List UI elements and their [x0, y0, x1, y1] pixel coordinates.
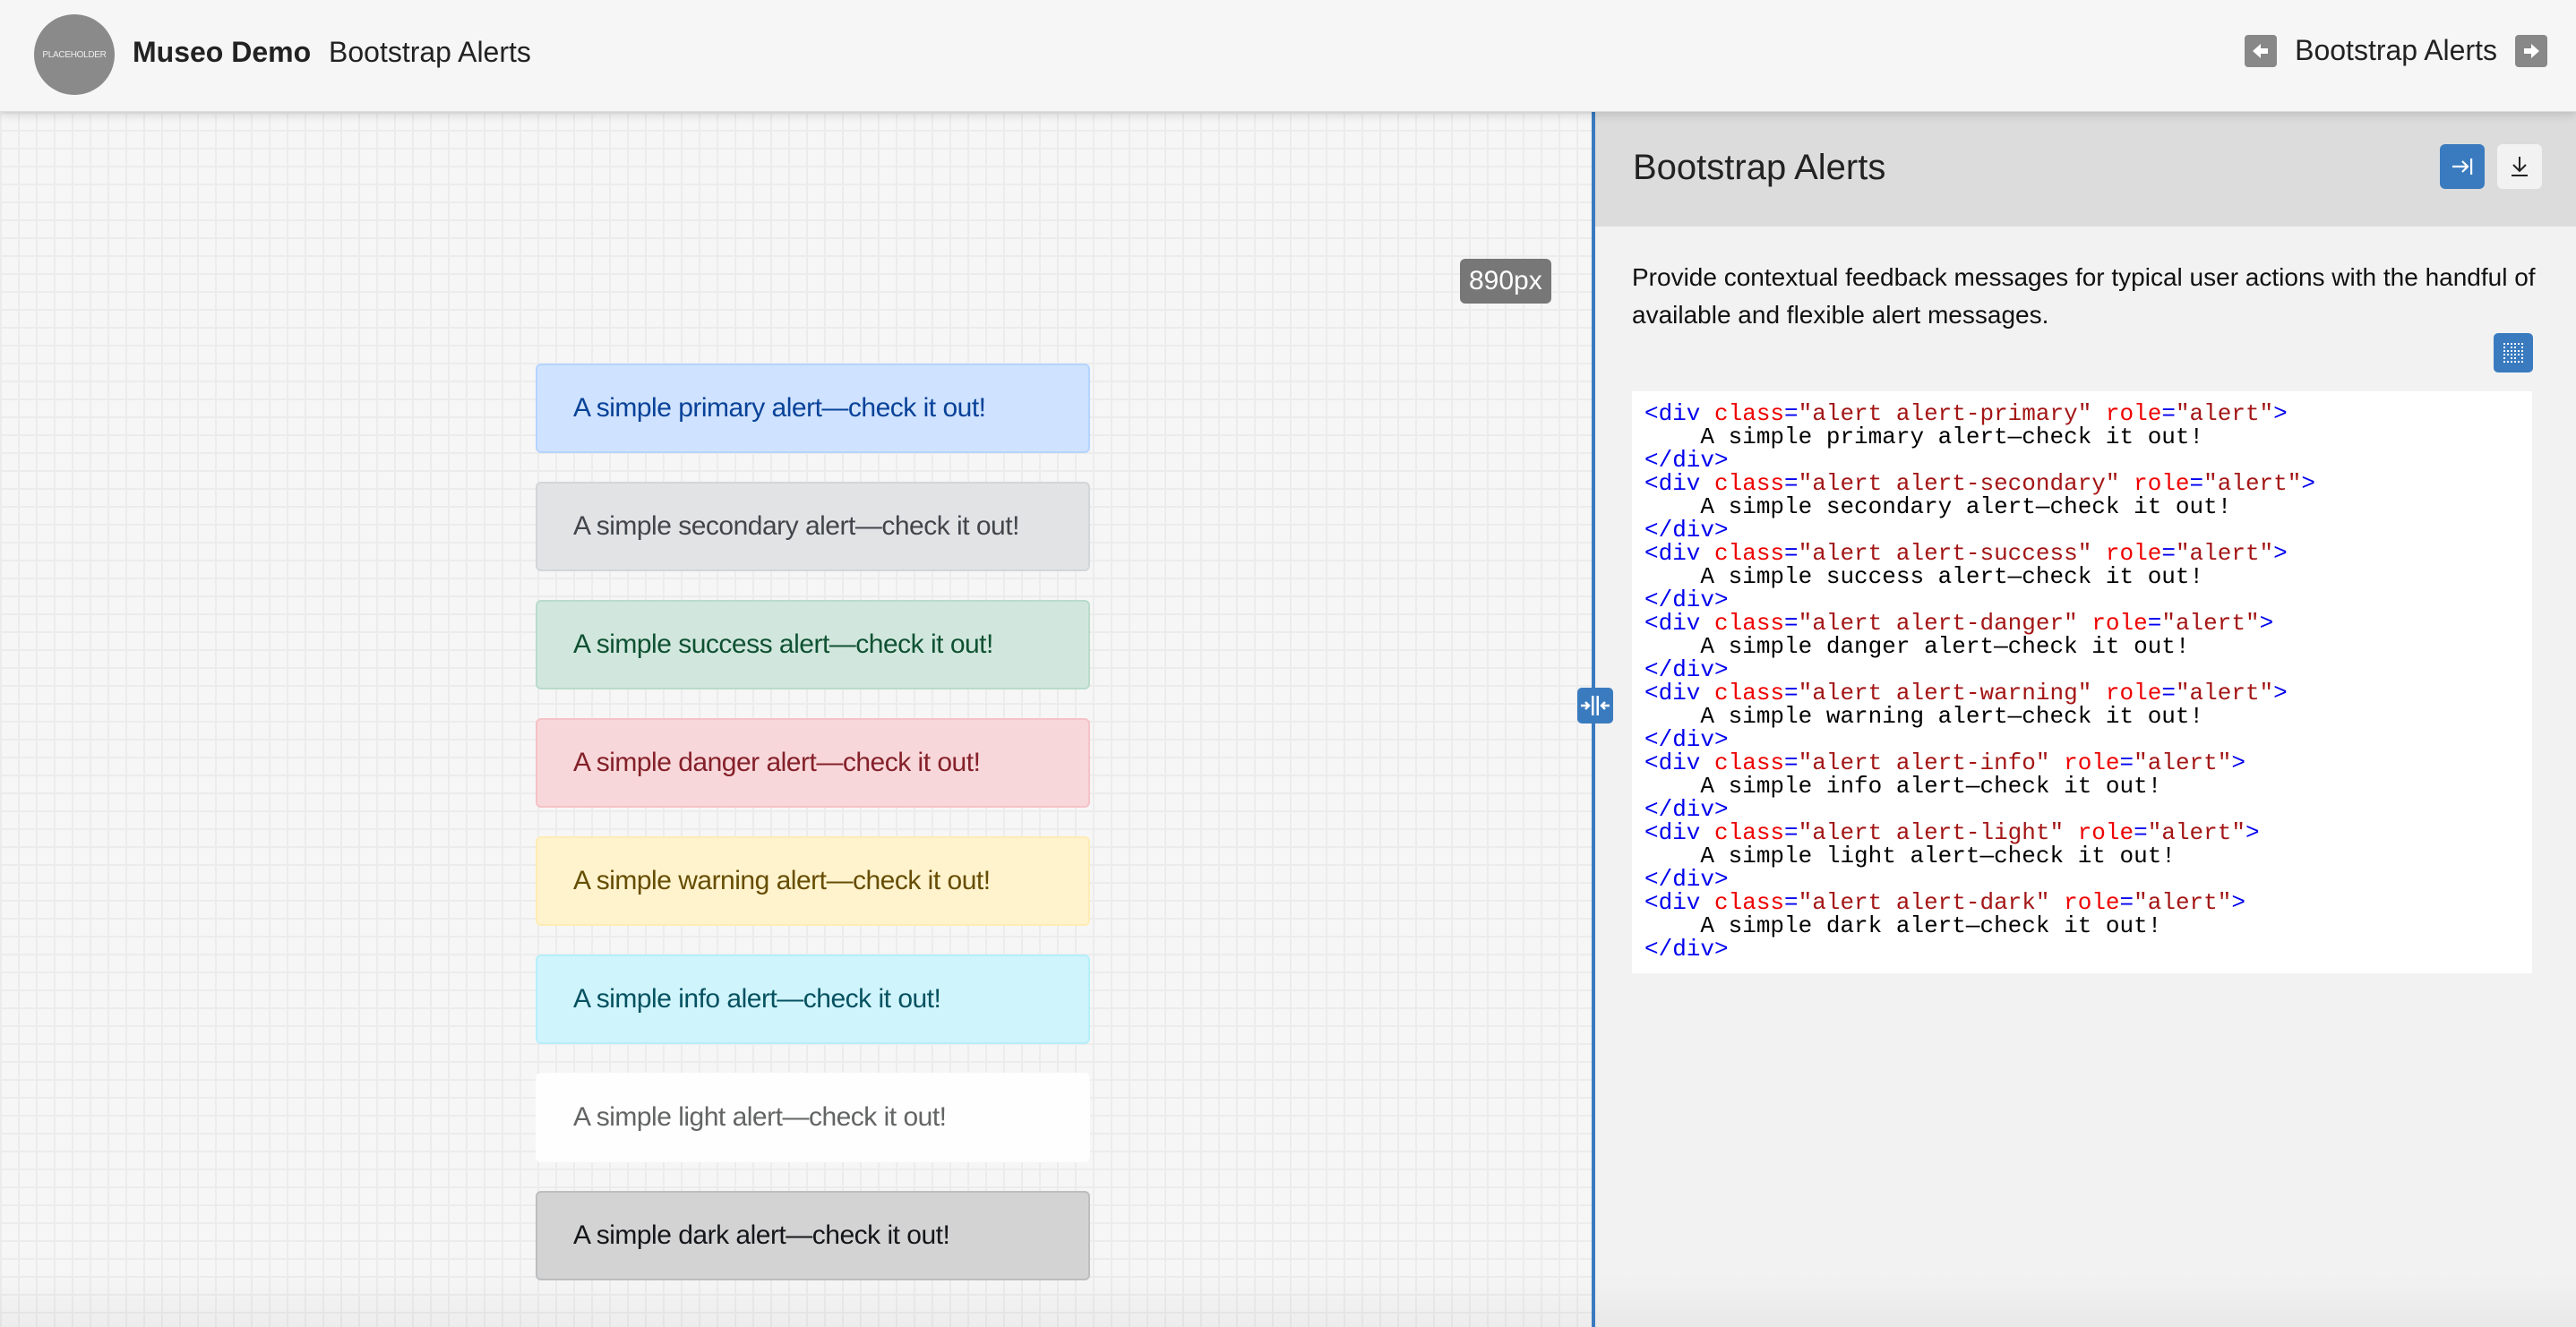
next-page-button[interactable] [2515, 34, 2547, 67]
page-navigation: Bootstrap Alerts [2245, 34, 2547, 67]
page-title: Bootstrap Alerts [329, 36, 531, 68]
code-close-tag: </div> [1644, 798, 2520, 821]
code-text-line: A simple dark alert—check it out! [1644, 914, 2520, 937]
code-open-tag: <div class="alert alert-primary" role="a… [1644, 402, 2520, 425]
code-close-tag: </div> [1644, 937, 2520, 961]
download-button[interactable] [2497, 144, 2542, 189]
resize-collapse-icon [1581, 696, 1610, 715]
top-header: PLACEHOLDER Museo Demo Bootstrap Alerts … [0, 0, 2576, 112]
code-tag: > [2231, 749, 2245, 776]
code-text-line: A simple light alert—check it out! [1644, 844, 2520, 868]
prev-page-button[interactable] [2245, 34, 2278, 67]
code-close-tag: </div> [1644, 449, 2520, 472]
logo[interactable]: PLACEHOLDER [34, 14, 115, 95]
code-tag: > [2231, 889, 2245, 916]
code-open-tag: <div class="alert alert-dark" role="aler… [1644, 891, 2520, 914]
collapse-panel-button[interactable] [2440, 144, 2485, 189]
code-open-tag: <div class="alert alert-secondary" role=… [1644, 472, 2520, 495]
arrow-left-icon [2253, 43, 2269, 58]
code-text-line: A simple warning alert—check it out! [1644, 705, 2520, 728]
collapse-panel-icon [2452, 158, 2473, 175]
toggle-grid-button[interactable] [2494, 333, 2533, 372]
code-snippet[interactable]: <div class="alert alert-primary" role="a… [1632, 391, 2532, 973]
panel-header: Bootstrap Alerts [1595, 112, 2576, 227]
alert-info: A simple info alert—check it out! [536, 955, 1090, 1044]
code-tag: > [2273, 540, 2288, 567]
component-description: Provide contextual feedback messages for… [1632, 263, 2536, 329]
code-open-tag: <div class="alert alert-light" role="ale… [1644, 821, 2520, 844]
nav-current-page: Bootstrap Alerts [2295, 34, 2497, 66]
code-tag: > [2301, 470, 2315, 497]
code-tag: > [2273, 400, 2288, 427]
splitter-handle[interactable] [1577, 688, 1613, 723]
code-open-tag: <div class="alert alert-warning" role="a… [1644, 681, 2520, 705]
code-tag: > [2245, 819, 2260, 846]
code-text: A simple secondary alert—check it out! [1700, 493, 2232, 520]
code-open-tag: <div class="alert alert-danger" role="al… [1644, 612, 2520, 635]
alert-list: A simple primary alert—check it out! A si… [536, 364, 1090, 1309]
alert-text: A simple danger alert—check it out! [573, 748, 981, 777]
code-text-line: A simple success alert—check it out! [1644, 565, 2520, 588]
code-text: A simple danger alert—check it out! [1700, 633, 2190, 660]
code-text-line: A simple info alert—check it out! [1644, 775, 2520, 798]
code-close-tag: </div> [1644, 588, 2520, 612]
code-close-tag: </div> [1644, 518, 2520, 542]
code-text-line: A simple secondary alert—check it out! [1644, 495, 2520, 518]
code-close-tag: </div> [1644, 658, 2520, 681]
code-text: A simple success alert—check it out! [1700, 563, 2204, 590]
code-close-tag: </div> [1644, 868, 2520, 891]
alert-text: A simple light alert—check it out! [573, 1102, 947, 1132]
alert-secondary: A simple secondary alert—check it out! [536, 482, 1090, 571]
code-open-tag: <div class="alert alert-info" role="aler… [1644, 751, 2520, 775]
code-tag: > [2273, 680, 2288, 706]
alert-text: A simple secondary alert—check it out! [573, 511, 1019, 541]
code-text-line: A simple danger alert—check it out! [1644, 635, 2520, 658]
alert-light: A simple light alert—check it out! [536, 1073, 1090, 1162]
panel-title: Bootstrap Alerts [1633, 148, 1886, 187]
preview-canvas: 890px A simple primary alert—check it ou… [0, 112, 1592, 1327]
alert-text: A simple dark alert—check it out! [573, 1220, 950, 1250]
alert-text: A simple primary alert—check it out! [573, 393, 986, 423]
code-text: A simple primary alert—check it out! [1700, 424, 2204, 450]
brand-name[interactable]: Museo Demo [133, 36, 311, 69]
alert-text: A simple info alert—check it out! [573, 984, 941, 1014]
code-text: A simple light alert—check it out! [1700, 843, 2176, 869]
docs-panel: Bootstrap Alerts Provide contextual feed… [1595, 112, 2576, 1327]
code-tag: > [2259, 610, 2274, 637]
alert-primary: A simple primary alert—check it out! [536, 364, 1090, 453]
alert-danger: A simple danger alert—check it out! [536, 718, 1090, 808]
logo-text: PLACEHOLDER [42, 49, 107, 60]
code-open-tag: <div class="alert alert-success" role="a… [1644, 542, 2520, 565]
code-text-line: A simple primary alert—check it out! [1644, 425, 2520, 449]
alert-success: A simple success alert—check it out! [536, 600, 1090, 689]
code-close-tag: </div> [1644, 728, 2520, 751]
code-text: A simple warning alert—check it out! [1700, 703, 2204, 730]
arrow-right-icon [2524, 43, 2539, 58]
code-text: A simple info alert—check it out! [1700, 773, 2162, 800]
alert-text: A simple warning alert—check it out! [573, 866, 991, 895]
grid-toggle-icon [2503, 343, 2523, 363]
viewport-width-badge: 890px [1460, 259, 1551, 304]
code-text: A simple dark alert—check it out! [1700, 912, 2162, 939]
alert-warning: A simple warning alert—check it out! [536, 836, 1090, 926]
alert-dark: A simple dark alert—check it out! [536, 1191, 1090, 1280]
alert-text: A simple success alert—check it out! [573, 629, 993, 659]
download-icon [2512, 157, 2528, 176]
code-tag: </div> [1644, 936, 1729, 963]
